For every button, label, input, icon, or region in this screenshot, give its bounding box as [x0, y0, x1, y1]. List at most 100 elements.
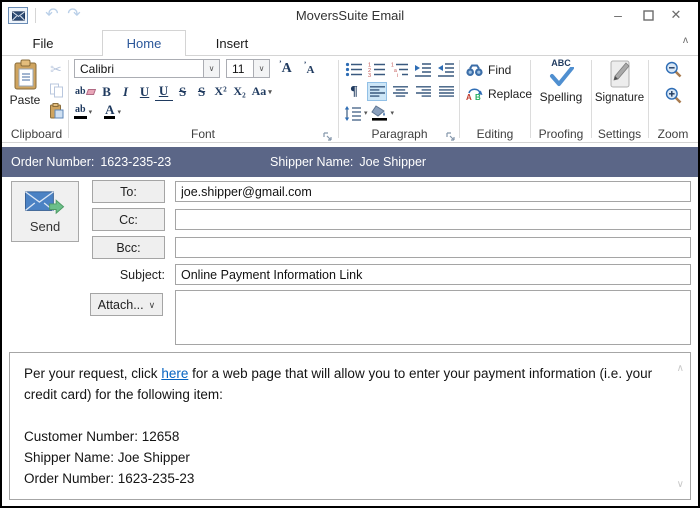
- paste-special-icon[interactable]: [47, 102, 65, 120]
- group-proofing: ABC Spelling Proofing: [532, 57, 590, 142]
- grow-font-letter: A: [281, 60, 292, 76]
- signature-button[interactable]: Signature: [592, 59, 647, 104]
- subject-input[interactable]: [175, 264, 691, 285]
- bullet-list-icon: [345, 62, 362, 77]
- replace-button[interactable]: A B Replace: [466, 86, 533, 102]
- zoom-in-button[interactable]: [665, 87, 682, 109]
- find-button[interactable]: Find: [466, 63, 511, 77]
- zoom-out-button[interactable]: [665, 61, 682, 83]
- tab-insert[interactable]: Insert: [202, 31, 262, 56]
- order-info-bar: Order Number: 1623-235-23 Shipper Name: …: [2, 147, 698, 177]
- ribbon: Paste ✂ Clipboard Calibri ∨ 11 ∨ ʼ A ʼ A…: [2, 57, 698, 143]
- to-input[interactable]: [175, 181, 691, 202]
- spelling-button[interactable]: ABC Spelling: [532, 59, 590, 105]
- attach-button[interactable]: Attach... ∨: [90, 293, 163, 316]
- underline-button[interactable]: U: [136, 82, 154, 101]
- highlight-glyph: ab: [74, 104, 87, 119]
- grow-font-button[interactable]: ʼ A: [276, 59, 295, 77]
- shrink-font-letter: A: [306, 63, 315, 76]
- chevron-down-icon[interactable]: ∨: [253, 60, 269, 77]
- bold-button[interactable]: B: [98, 82, 116, 101]
- justify-icon: [438, 86, 454, 97]
- tab-file[interactable]: File: [20, 31, 66, 56]
- mini-clipboard-icon: [49, 103, 63, 119]
- send-button[interactable]: Send: [11, 181, 79, 242]
- align-center-button[interactable]: [390, 82, 410, 101]
- spelling-check-icon: [550, 67, 574, 86]
- show-paragraph-marks-button[interactable]: ¶: [344, 82, 364, 101]
- bullet-list-button[interactable]: [344, 60, 364, 79]
- clipboard-group-label: Clipboard: [10, 127, 63, 141]
- body-paragraph: Per your request, click here for a web p…: [24, 363, 666, 405]
- attach-label: Attach...: [97, 297, 144, 312]
- tab-home[interactable]: Home: [102, 30, 186, 56]
- order-number-line: Order Number: 1623-235-23: [24, 471, 195, 486]
- group-editing: Find A B Replace Editing: [460, 57, 533, 142]
- find-label: Find: [488, 63, 512, 77]
- italic-button[interactable]: I: [117, 82, 135, 101]
- font-group-label: Font: [190, 127, 215, 141]
- message-body-editor[interactable]: Per your request, click here for a web p…: [9, 352, 691, 500]
- to-button[interactable]: To:: [92, 180, 165, 203]
- svg-text:i: i: [397, 73, 398, 77]
- superscript-button[interactable]: X²: [212, 82, 230, 101]
- increase-indent-icon: [438, 63, 454, 77]
- window-title: MoversSuite Email: [295, 8, 405, 23]
- font-name-combobox[interactable]: Calibri ∨: [74, 59, 220, 78]
- maximize-button[interactable]: [634, 5, 662, 25]
- moverssuite-email-window: ↶ ↷ MoversSuite Email – ✕ File Home Inse…: [0, 0, 700, 508]
- subscript-button[interactable]: X₂: [231, 82, 249, 101]
- attachments-box[interactable]: [175, 290, 691, 345]
- signature-icon: [610, 60, 630, 88]
- dropdown-arrow-icon: ▾: [88, 108, 93, 116]
- order-number-value: 1623-235-23: [100, 155, 172, 169]
- scroll-up-icon[interactable]: ∧: [677, 358, 684, 379]
- justify-button[interactable]: [436, 82, 456, 101]
- increase-indent-button[interactable]: [436, 60, 456, 79]
- bcc-button[interactable]: Bcc:: [92, 236, 165, 259]
- copy-icon[interactable]: [47, 81, 65, 99]
- close-button[interactable]: ✕: [662, 5, 690, 25]
- editing-group-label: Editing: [476, 127, 514, 141]
- scroll-down-icon[interactable]: ∨: [677, 474, 684, 495]
- text-highlight-button[interactable]: ab ▾: [74, 104, 92, 119]
- dropdown-arrow-icon: ▾: [268, 87, 272, 96]
- double-strikethrough-button[interactable]: S: [193, 82, 211, 101]
- replace-label: Replace: [488, 86, 533, 101]
- paint-bucket-icon: [370, 105, 387, 121]
- font-size-combobox[interactable]: 11 ∨: [226, 59, 270, 78]
- clear-formatting-button[interactable]: ab: [73, 82, 97, 101]
- signature-label: Signature: [594, 92, 645, 104]
- ribbon-tab-row: File Home Insert ʌ: [2, 29, 698, 56]
- change-case-button[interactable]: Aa ▾: [250, 82, 274, 101]
- line-spacing-button[interactable]: ▾: [344, 105, 368, 121]
- align-left-button[interactable]: [367, 82, 387, 101]
- chevron-down-icon[interactable]: ∨: [203, 60, 219, 77]
- subject-label: Subject:: [119, 268, 165, 282]
- cut-icon[interactable]: ✂: [47, 60, 65, 78]
- font-color-glyph: A: [104, 102, 116, 119]
- double-underline-button[interactable]: U: [154, 82, 173, 101]
- cc-button[interactable]: Cc:: [92, 208, 165, 231]
- shrink-font-button[interactable]: ʼ A: [301, 60, 318, 76]
- shading-button[interactable]: ▾: [370, 105, 394, 121]
- shipper-name-label: Shipper Name:: [270, 155, 354, 169]
- align-left-icon: [369, 86, 385, 97]
- align-right-button[interactable]: [413, 82, 433, 101]
- customer-number-line: Customer Number: 12658: [24, 429, 180, 444]
- paste-button[interactable]: Paste: [7, 59, 43, 123]
- settings-group-label: Settings: [597, 127, 642, 141]
- order-number-label: Order Number:: [11, 155, 95, 169]
- numbered-list-button[interactable]: 1 2 3: [367, 60, 387, 79]
- cc-input[interactable]: [175, 209, 691, 230]
- font-color-button[interactable]: A ▾: [104, 102, 121, 119]
- payment-link[interactable]: here: [161, 366, 188, 381]
- decrease-indent-button[interactable]: [413, 60, 433, 79]
- change-case-label: Aa: [251, 84, 267, 98]
- strikethrough-button[interactable]: S: [174, 82, 192, 101]
- minimize-button[interactable]: –: [604, 5, 632, 25]
- bcc-input[interactable]: [175, 237, 691, 258]
- collapse-ribbon-icon[interactable]: ʌ: [683, 35, 688, 46]
- multilevel-list-button[interactable]: 1 a i: [390, 60, 410, 79]
- decrease-indent-icon: [415, 63, 431, 77]
